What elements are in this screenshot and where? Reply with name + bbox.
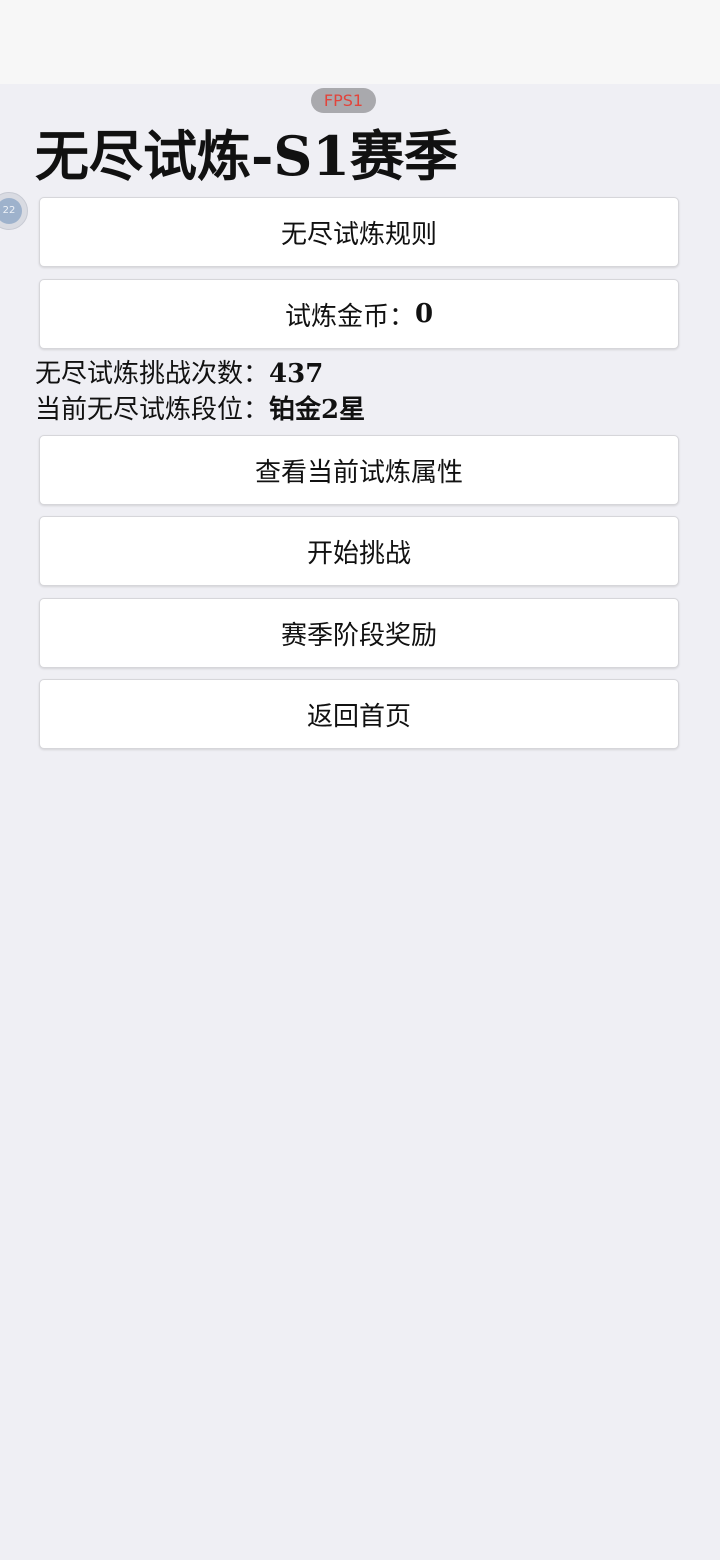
floating-assistant-ball[interactable]: 22 [0,192,28,230]
trial-coins-value: 0 [414,299,434,329]
start-challenge-button-label: 开始挑战 [306,538,411,569]
rules-button-label: 无尽试炼规则 [280,219,437,250]
trial-coins-label: 试炼金币： [284,301,415,332]
challenge-count-value: 437 [269,359,324,389]
page-title: 无尽试炼-S1赛季 [35,124,458,188]
view-attributes-button[interactable]: 查看当前试炼属性 [39,435,679,505]
rules-button[interactable]: 无尽试炼规则 [39,197,679,267]
season-rewards-button[interactable]: 赛季阶段奖励 [39,598,679,668]
floating-assistant-icon: 22 [0,198,22,224]
challenge-count-label: 无尽试炼挑战次数： [35,359,270,389]
fps-badge: FPS1 [311,88,376,113]
back-home-button[interactable]: 返回首页 [39,679,679,749]
trial-coins-button[interactable]: 试炼金币： 0 [39,279,679,349]
rank-label: 当前无尽试炼段位： [35,395,270,425]
view-attributes-button-label: 查看当前试炼属性 [254,457,463,488]
rank-line: 当前无尽试炼段位：铂金2星 [35,392,365,428]
back-home-button-label: 返回首页 [306,701,411,732]
season-rewards-button-label: 赛季阶段奖励 [280,620,437,651]
start-challenge-button[interactable]: 开始挑战 [39,516,679,586]
rank-value: 铂金2星 [269,395,366,425]
challenge-count-line: 无尽试炼挑战次数：437 [35,356,323,392]
top-bar [0,0,720,84]
